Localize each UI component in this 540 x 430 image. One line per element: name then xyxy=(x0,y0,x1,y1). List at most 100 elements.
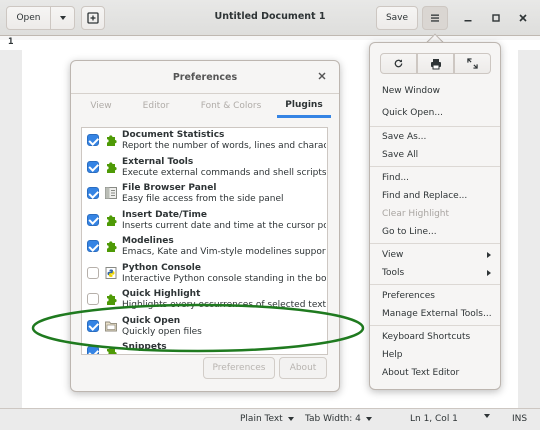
language-selector[interactable]: Plain Text xyxy=(240,414,294,424)
plugin-checkbox[interactable] xyxy=(87,319,99,332)
menu-item-save-as[interactable]: Save As... xyxy=(382,132,494,142)
plugin-row-external-tools[interactable]: External Tools Execute external commands… xyxy=(82,155,327,182)
plugin-name: Python Console xyxy=(122,262,201,273)
menu-item-tools[interactable]: Tools xyxy=(382,268,494,278)
chevron-down-icon xyxy=(287,417,294,421)
maximize-button[interactable] xyxy=(488,10,504,26)
plugin-checkbox[interactable] xyxy=(87,213,99,226)
menu-item-save-all[interactable]: Save All xyxy=(382,150,494,160)
tab-plugins[interactable]: Plugins xyxy=(277,94,331,118)
dialog-title: Preferences xyxy=(172,72,238,83)
chevron-down-icon xyxy=(59,16,66,20)
cursor-position[interactable]: Ln 1, Col 1 xyxy=(410,414,458,424)
open-button-label: Open xyxy=(16,13,41,23)
tab-editor-label: Editor xyxy=(142,101,170,111)
dialog-close-button[interactable] xyxy=(315,69,329,83)
puzzle-icon xyxy=(107,347,117,354)
file-browser-icon xyxy=(105,187,117,199)
insert-mode-label: INS xyxy=(512,414,528,424)
plugin-name: Snippets xyxy=(122,342,167,352)
plugin-name: Insert Date/Time xyxy=(122,209,208,220)
menu-separator xyxy=(370,243,500,244)
menu-item-help[interactable]: Help xyxy=(382,350,494,360)
preferences-dialog: Preferences View Editor Font & Colors Pl… xyxy=(70,60,340,392)
plugin-checkbox[interactable] xyxy=(87,134,99,146)
folder-icon xyxy=(105,321,117,331)
menu-item-label: Find and Replace... xyxy=(382,191,468,201)
minimize-icon xyxy=(464,20,472,22)
tab-view[interactable]: View xyxy=(81,94,121,118)
plugin-row-quick-highlight[interactable]: Quick Highlight Highlights every occurre… xyxy=(82,287,327,314)
menu-item-view[interactable]: View xyxy=(382,250,494,260)
plugin-row-insert-date-time[interactable]: Insert Date/Time Inserts current date an… xyxy=(82,208,327,235)
menu-item-manage-external-tools[interactable]: Manage External Tools... xyxy=(382,309,494,319)
plugin-row-modelines[interactable]: Modelines Emacs, Kate and Vim-style mode… xyxy=(82,234,327,261)
menu-item-label: New Window xyxy=(382,86,440,96)
plugin-about-button[interactable]: About xyxy=(279,357,327,379)
tab-width-label: Tab Width: 4 xyxy=(305,414,361,424)
open-button[interactable]: Open xyxy=(6,6,51,30)
puzzle-icon xyxy=(107,294,117,305)
plugin-checkbox[interactable] xyxy=(87,293,99,305)
hamburger-icon xyxy=(431,14,439,22)
plugin-description: Report the number of words, lines and ch… xyxy=(122,141,326,151)
plugin-description: Execute external commands and shell scri… xyxy=(122,167,326,178)
menu-item-label: View xyxy=(382,250,404,260)
plugins-list[interactable]: Document Statistics Report the number of… xyxy=(81,127,328,355)
insert-mode: INS xyxy=(512,414,527,424)
open-recent-dropdown[interactable] xyxy=(51,6,75,30)
puzzle-icon xyxy=(107,135,117,146)
plugin-checkbox[interactable] xyxy=(87,240,99,252)
tab-view-label: View xyxy=(90,101,112,111)
plugin-checkbox[interactable] xyxy=(87,160,99,173)
plugin-checkbox[interactable] xyxy=(87,346,99,354)
python-console-icon xyxy=(105,266,117,279)
menu-item-new-window[interactable]: New Window xyxy=(382,86,494,96)
plugin-row-document-statistics[interactable]: Document Statistics Report the number of… xyxy=(82,128,327,155)
plugin-preferences-button[interactable]: Preferences xyxy=(203,357,275,379)
save-button[interactable]: Save xyxy=(376,6,418,30)
plugin-name: Document Statistics xyxy=(122,130,225,140)
menu-item-find-replace[interactable]: Find and Replace... xyxy=(382,191,494,201)
print-button[interactable] xyxy=(417,53,454,74)
menu-item-find[interactable]: Find... xyxy=(382,173,494,183)
menu-item-quick-open[interactable]: Quick Open... xyxy=(382,108,494,118)
reload-button[interactable] xyxy=(380,53,417,74)
plugin-row-snippets[interactable]: Snippets xyxy=(82,340,327,354)
puzzle-icon xyxy=(107,161,117,173)
menu-item-keyboard-shortcuts[interactable]: Keyboard Shortcuts xyxy=(382,332,494,342)
plugin-name: External Tools xyxy=(122,156,194,167)
menu-item-label: Preferences xyxy=(382,291,435,301)
new-tab-button[interactable] xyxy=(81,6,105,30)
minimize-button[interactable] xyxy=(460,10,476,26)
menu-item-go-to-line[interactable]: Go to Line... xyxy=(382,227,494,237)
chevron-down-icon xyxy=(365,417,372,421)
menu-item-preferences[interactable]: Preferences xyxy=(382,291,494,301)
tab-editor[interactable]: Editor xyxy=(131,94,181,118)
position-dropdown[interactable] xyxy=(484,414,490,418)
fullscreen-button[interactable] xyxy=(454,53,491,74)
menu-separator xyxy=(370,284,500,285)
chevron-right-icon xyxy=(487,270,491,276)
tab-font-colors[interactable]: Font & Colors xyxy=(193,94,269,118)
menu-item-label: About Text Editor xyxy=(382,368,460,378)
main-menu-button[interactable] xyxy=(422,6,448,30)
cursor-position-label: Ln 1, Col 1 xyxy=(410,414,458,424)
plugin-checkbox[interactable] xyxy=(87,266,99,279)
tab-font-colors-label: Font & Colors xyxy=(200,101,262,111)
menu-item-label: Help xyxy=(382,350,403,360)
new-tab-icon xyxy=(87,12,99,24)
editor-top-edge xyxy=(0,36,540,40)
close-button[interactable] xyxy=(515,10,531,26)
menu-item-label: Save All xyxy=(382,150,419,160)
menu-item-about[interactable]: About Text Editor xyxy=(382,368,494,378)
print-icon xyxy=(430,58,441,69)
plugin-row-quick-open[interactable]: Quick Open Quickly open files xyxy=(82,314,327,341)
tab-width-selector[interactable]: Tab Width: 4 xyxy=(305,414,372,424)
plugin-description: Emacs, Kate and Vim-style modelines supp… xyxy=(122,247,326,257)
save-button-label: Save xyxy=(385,13,409,23)
plugin-row-file-browser-panel[interactable]: File Browser Panel Easy file access from… xyxy=(82,181,327,208)
menu-separator xyxy=(370,325,500,326)
plugin-row-python-console[interactable]: Python Console Interactive Python consol… xyxy=(82,261,327,288)
plugin-checkbox[interactable] xyxy=(87,187,99,199)
